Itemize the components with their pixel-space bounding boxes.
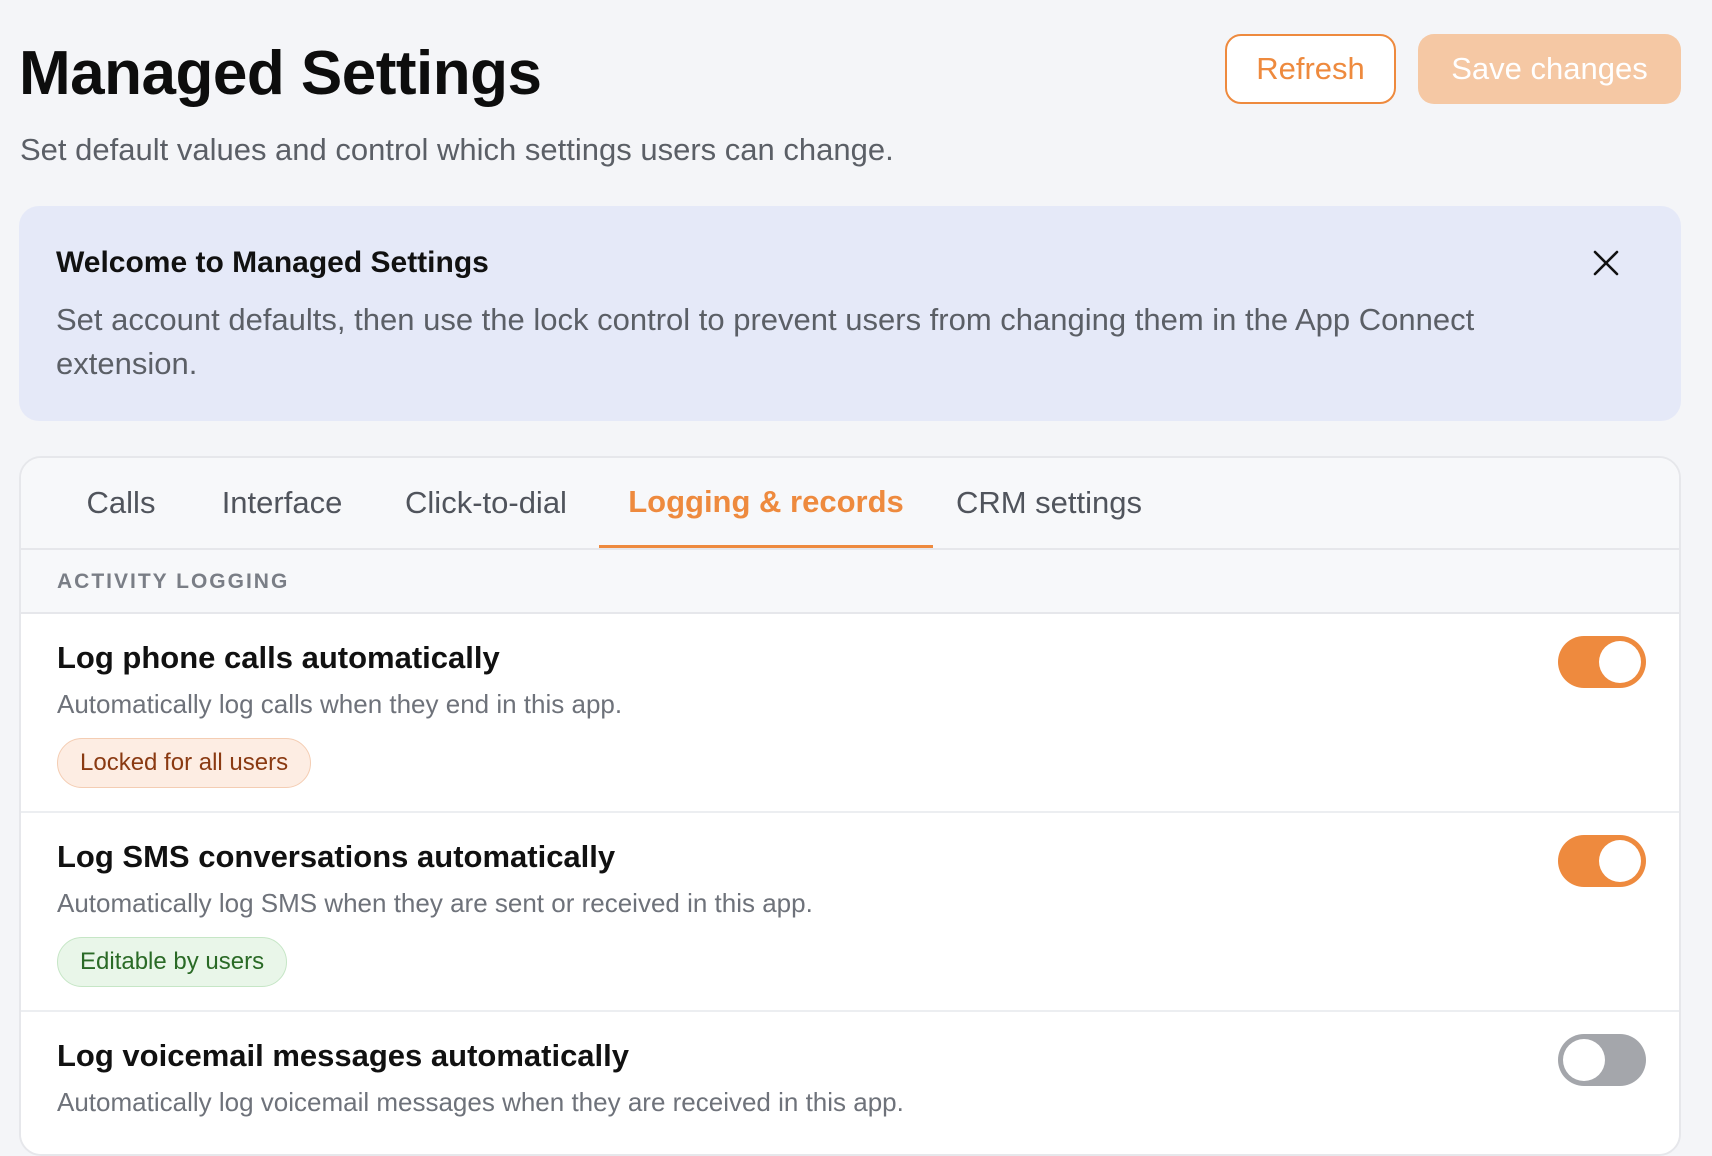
toggle-knob [1563, 1039, 1605, 1081]
setting-description: Automatically log calls when they end in… [57, 689, 623, 719]
toggle-knob [1599, 641, 1641, 683]
setting-description: Automatically log voicemail messages whe… [57, 1087, 904, 1117]
tab-bar: Calls Interface Click-to-dial Logging & … [21, 458, 1679, 550]
tab-crm-settings[interactable]: CRM settings [933, 458, 1165, 548]
setting-row-log-sms: Log SMS conversations automatically Auto… [21, 813, 1679, 1012]
page-subtitle: Set default values and control which set… [20, 132, 894, 167]
lock-status-badge[interactable]: Locked for all users [57, 738, 312, 788]
refresh-button[interactable]: Refresh [1225, 34, 1396, 104]
log-voicemail-toggle[interactable] [1558, 1034, 1646, 1086]
setting-title: Log SMS conversations automatically [57, 839, 616, 874]
section-header-activity-logging: ACTIVITY LOGGING [21, 550, 1679, 614]
tab-interface[interactable]: Interface [191, 458, 373, 548]
tab-calls[interactable]: Calls [51, 458, 191, 548]
setting-row-log-voicemail: Log voicemail messages automatically Aut… [21, 1012, 1679, 1154]
banner-title: Welcome to Managed Settings [56, 246, 489, 279]
setting-row-log-phone-calls: Log phone calls automatically Automatica… [21, 614, 1679, 813]
tab-click-to-dial[interactable]: Click-to-dial [373, 458, 599, 548]
setting-title: Log phone calls automatically [57, 640, 500, 675]
setting-description: Automatically log SMS when they are sent… [57, 888, 813, 918]
welcome-banner: Welcome to Managed Settings Set account … [19, 206, 1681, 421]
tab-logging-records[interactable]: Logging & records [599, 458, 933, 548]
banner-text: Set account defaults, then use the lock … [56, 302, 1475, 381]
toggle-knob [1599, 840, 1641, 882]
save-changes-button[interactable]: Save changes [1418, 34, 1681, 104]
log-sms-toggle[interactable] [1558, 835, 1646, 887]
lock-status-badge[interactable]: Editable by users [57, 937, 288, 987]
settings-panel: Calls Interface Click-to-dial Logging & … [19, 456, 1681, 1156]
page-title: Managed Settings [19, 39, 542, 108]
close-icon[interactable] [1589, 246, 1623, 280]
setting-title: Log voicemail messages automatically [57, 1038, 630, 1073]
log-phone-calls-toggle[interactable] [1558, 636, 1646, 688]
